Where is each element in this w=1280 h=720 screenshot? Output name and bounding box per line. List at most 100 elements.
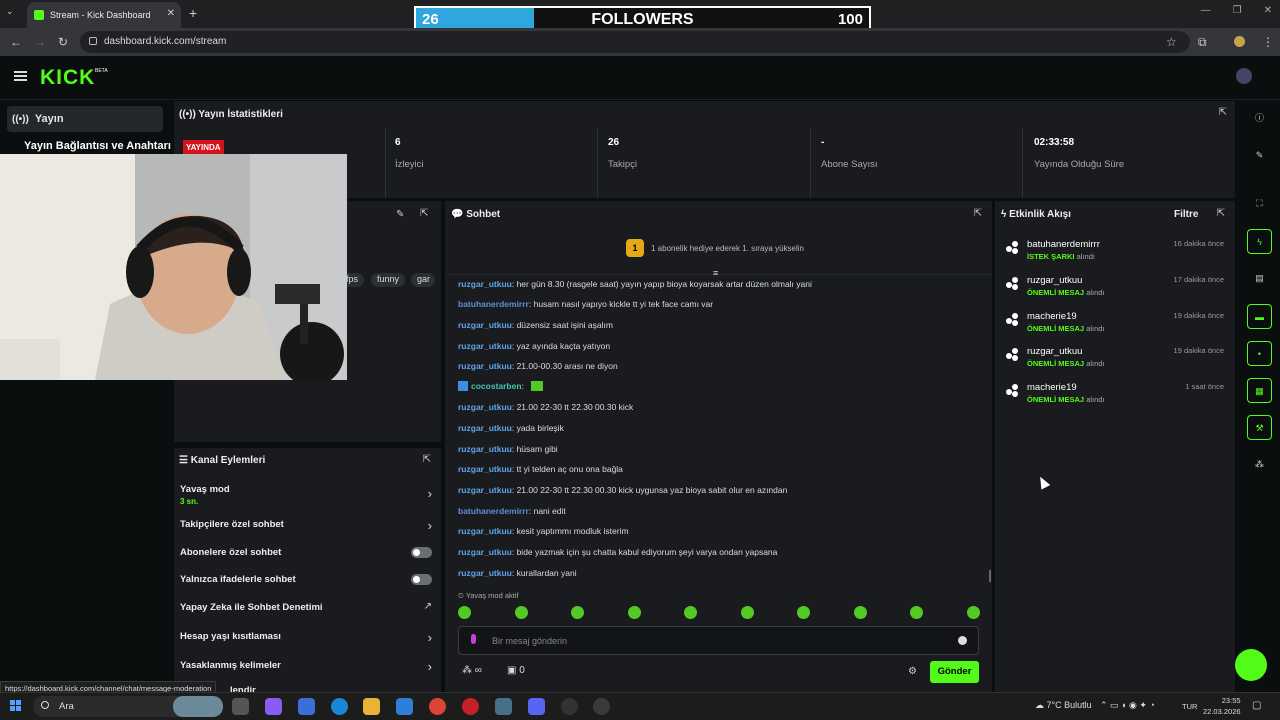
emote-icon[interactable]	[571, 606, 585, 619]
chat-username[interactable]: ruzgar_utkuu	[458, 320, 512, 330]
inventory[interactable]: ▣ 0	[507, 665, 525, 676]
tray-icons[interactable]: ⌃ ▭ ◖ ◉ ✦ ◔	[1100, 700, 1155, 711]
popout-icon[interactable]: ⇱	[1219, 107, 1227, 118]
notifications-icon[interactable]: ▢	[1252, 700, 1261, 711]
app-icon[interactable]	[593, 698, 610, 715]
site-info-icon[interactable]	[89, 37, 97, 45]
subs-only-toggle[interactable]	[411, 547, 432, 558]
obs-icon[interactable]	[561, 698, 578, 715]
slow-mode-row[interactable]: Yavaş mod 3 sn. ›	[180, 484, 438, 506]
banned-words-row[interactable]: Yasaklanmış kelimeler ›	[180, 659, 438, 674]
profile-icon[interactable]	[1234, 36, 1245, 47]
chat-username[interactable]: ruzgar_utkuu	[458, 444, 512, 454]
reload-icon[interactable]: ↻	[58, 35, 68, 49]
popout-icon[interactable]: ⇱	[420, 208, 428, 219]
edit-icon[interactable]: ✎	[396, 209, 404, 220]
emote-icon[interactable]	[966, 606, 980, 619]
broadcast-icon[interactable]: •	[1247, 341, 1272, 366]
windows-start-icon[interactable]	[10, 700, 21, 711]
edit-icon[interactable]: ✎	[1247, 143, 1272, 168]
close-window-icon[interactable]: ✕	[1264, 5, 1272, 16]
browser-menu-icon[interactable]: ⋮	[1262, 35, 1274, 49]
opera-icon[interactable]	[462, 698, 479, 715]
kick-logo[interactable]: KICK	[40, 66, 95, 90]
mail-icon[interactable]	[396, 698, 413, 715]
chat-username[interactable]: ruzgar_utkuu	[458, 402, 512, 412]
chat-username[interactable]: batuhanerdemirrr	[458, 299, 529, 309]
followers-only-row[interactable]: Takipçilere özel sohbet ›	[180, 518, 438, 533]
age-restriction-row[interactable]: Hesap yaşı kısıtlaması ›	[180, 630, 438, 645]
event-user[interactable]: batuhanerdemirrr	[1027, 239, 1100, 250]
emote-icon[interactable]	[853, 606, 867, 619]
emote-icon[interactable]	[797, 606, 811, 619]
input-language[interactable]: TUR	[1182, 702, 1197, 711]
popout-icon[interactable]: ⇱	[1217, 208, 1225, 219]
browser-tab[interactable]: Stream - Kick Dashboard ✕	[27, 2, 181, 28]
help-chat-button[interactable]	[1235, 649, 1267, 681]
app-icon[interactable]	[495, 698, 512, 715]
emotes-only-toggle[interactable]	[411, 574, 432, 585]
back-icon[interactable]: ←	[10, 35, 22, 49]
emote-icon[interactable]	[740, 606, 754, 619]
new-tab-icon[interactable]: +	[189, 5, 197, 21]
info-icon[interactable]: ⓘ	[1247, 106, 1272, 131]
menu-icon[interactable]	[14, 71, 27, 81]
filter-button[interactable]: Filtre	[1174, 209, 1198, 220]
sidebar-item-stream-key[interactable]: Yayın Bağlantısı ve Anahtarı	[24, 140, 171, 152]
app-icon[interactable]	[298, 698, 315, 715]
stream-tag[interactable]: gar	[411, 273, 435, 287]
popout-icon[interactable]: ⇱	[423, 454, 431, 465]
weather-widget[interactable]: ☁ 7°C Bulutlu	[1035, 700, 1092, 711]
ai-moderation-row[interactable]: Yapay Zeka ile Sohbet Denetimi ↗	[180, 601, 438, 613]
tab-search-icon[interactable]: ⌄	[6, 6, 14, 17]
community-icon[interactable]: ⁂	[1247, 452, 1272, 477]
emote-icon[interactable]	[514, 606, 528, 619]
send-button[interactable]: Gönder	[930, 661, 979, 683]
event-user[interactable]: ruzgar_utkuu	[1027, 346, 1082, 357]
discord-icon[interactable]	[528, 698, 545, 715]
chat-settings-icon[interactable]: ⚙	[908, 666, 917, 677]
channel-points[interactable]: ⁂ ∞	[462, 665, 482, 676]
chat-username[interactable]: ruzgar_utkuu	[458, 464, 512, 474]
chrome-icon[interactable]	[429, 698, 446, 715]
activity-icon[interactable]: ϟ	[1247, 229, 1272, 254]
chat-username[interactable]: ruzgar_utkuu	[458, 547, 512, 557]
extensions-icon[interactable]: ⧉	[1198, 35, 1207, 50]
bookmark-star-icon[interactable]: ☆	[1166, 35, 1177, 49]
pinned-gift-banner[interactable]	[445, 231, 992, 275]
maximize-icon[interactable]: ❐	[1233, 5, 1242, 16]
event-user[interactable]: macherie19	[1027, 382, 1077, 393]
chat-username[interactable]: ruzgar_utkuu	[458, 526, 512, 536]
emote-icon[interactable]	[684, 606, 698, 619]
edge-icon[interactable]	[331, 698, 348, 715]
forward-icon[interactable]: →	[34, 35, 46, 49]
chat-username[interactable]: cocostarben	[471, 381, 522, 391]
emote-icon[interactable]	[627, 606, 641, 619]
file-explorer-icon[interactable]	[363, 698, 380, 715]
copilot-icon[interactable]	[265, 698, 282, 715]
event-user[interactable]: macherie19	[1027, 311, 1077, 322]
stream-tag[interactable]: funny	[371, 273, 406, 287]
url-field[interactable]: dashboard.kick.com/stream	[80, 31, 1190, 53]
chat-scrollbar[interactable]	[989, 570, 991, 582]
emote-icon[interactable]	[458, 606, 471, 619]
minimize-icon[interactable]: —	[1201, 5, 1211, 16]
chat-username[interactable]: ruzgar_utkuu	[458, 423, 512, 433]
layout-icon[interactable]: ▦	[1247, 378, 1272, 403]
chat-message-input[interactable]: Bir mesaj gönderin	[458, 626, 979, 655]
emote-icon[interactable]	[910, 606, 924, 619]
user-avatar[interactable]	[1236, 68, 1252, 84]
notes-icon[interactable]: ▤	[1247, 266, 1272, 291]
chat-username[interactable]: ruzgar_utkuu	[458, 568, 512, 578]
chat-username[interactable]: ruzgar_utkuu	[458, 341, 512, 351]
sidebar-item-yayin[interactable]: ((•)) Yayın	[7, 106, 163, 132]
popout-icon[interactable]: ⇱	[974, 208, 982, 219]
microphone-icon[interactable]	[471, 634, 476, 644]
event-user[interactable]: ruzgar_utkuu	[1027, 275, 1082, 286]
emoji-picker-icon[interactable]	[958, 636, 967, 645]
fullscreen-icon[interactable]: ⛶	[1247, 191, 1272, 216]
chat-icon[interactable]: ▬	[1247, 304, 1272, 329]
chat-username[interactable]: batuhanerdemirrr	[458, 506, 529, 516]
chat-username[interactable]: ruzgar_utkuu	[458, 279, 512, 289]
close-tab-icon[interactable]: ✕	[167, 8, 175, 19]
